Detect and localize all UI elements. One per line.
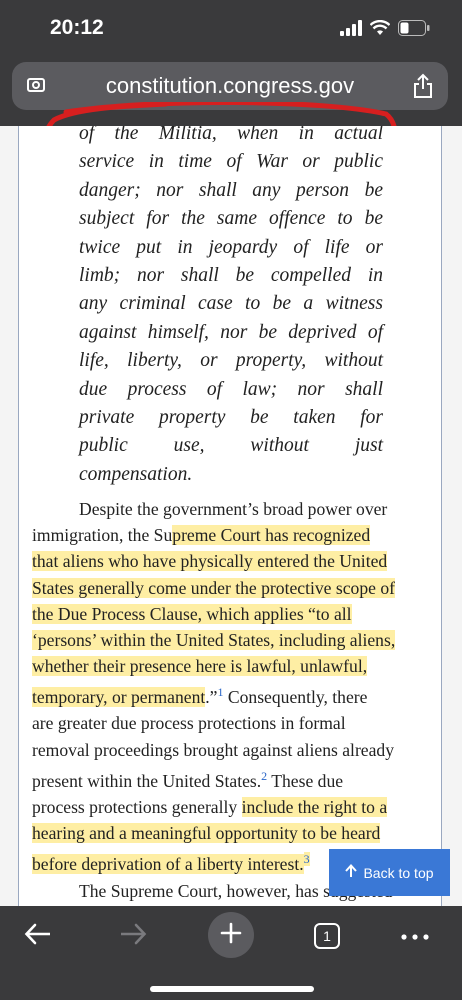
text-span: immigration, the Su <box>32 525 173 546</box>
highlighted-text: temporary, or permanent <box>32 687 206 708</box>
highlighted-text: ‘persons’ within the United States, incl… <box>32 630 396 651</box>
battery-icon <box>398 20 430 41</box>
quote-line: public use, without just <box>79 435 383 457</box>
text-line: Despite the government’s broad power ove… <box>79 499 388 519</box>
text-span: Consequently, there <box>223 687 368 708</box>
home-indicator <box>150 986 314 992</box>
quote-line: due process of law; nor shall <box>79 378 383 400</box>
highlighted-text: preme Court has recognized <box>172 525 371 546</box>
tab-count: 1 <box>323 928 331 944</box>
text-line: immigration, the Supreme Court has recog… <box>32 522 434 548</box>
quote-line: against himself, nor be deprived of <box>79 321 383 343</box>
status-icons <box>340 19 430 41</box>
quote-line: compensation. <box>79 463 193 485</box>
text-line: removal proceedings brought against alie… <box>32 739 395 760</box>
forward-button[interactable] <box>108 914 158 958</box>
address-bar[interactable]: constitution.congress.gov <box>12 62 448 110</box>
more-button[interactable] <box>390 914 440 958</box>
quote-line: subject for the same offence to be <box>79 208 383 230</box>
text-line: States generally come under the protecti… <box>32 575 434 601</box>
forward-arrow-icon <box>119 923 147 950</box>
address-bar-area: constitution.congress.gov <box>0 60 462 180</box>
new-tab-button[interactable] <box>208 912 254 958</box>
article-paragraph: Despite the government’s broad power ove… <box>32 496 434 877</box>
quote-line: danger; nor shall any person be <box>79 179 383 201</box>
share-icon[interactable] <box>412 73 434 104</box>
back-arrow-icon <box>24 923 52 950</box>
quote-line: twice put in jeopardy of life or <box>79 236 383 258</box>
highlighted-text: whether their presence here is lawful, u… <box>32 656 368 677</box>
quote-line: life, liberty, or property, without <box>79 350 383 372</box>
text-line: ‘persons’ within the United States, incl… <box>32 627 434 653</box>
text-span: .” <box>205 687 218 708</box>
text-line: temporary, or permanent.”1 Consequently,… <box>32 679 434 710</box>
quote-line: private property be taken for <box>79 407 383 429</box>
status-bar: 20:12 <box>0 0 462 60</box>
highlighted-text: hearing and a meaningful opportunity to … <box>32 823 381 844</box>
text-line: hearing and a meaningful opportunity to … <box>32 820 434 846</box>
text-line: whether their presence here is lawful, u… <box>32 653 434 679</box>
highlighted-text: States generally come under the protecti… <box>32 577 395 598</box>
constitution-quote: of the Militia, when in actual service i… <box>79 126 383 489</box>
tabs-button[interactable]: 1 <box>302 914 352 958</box>
arrow-up-icon <box>345 864 358 881</box>
back-button[interactable] <box>13 914 63 958</box>
highlighted-text: the Due Process Clause, which applies “t… <box>32 603 352 624</box>
quote-line: any criminal case to be a witness <box>79 293 383 315</box>
back-to-top-button[interactable]: Back to top <box>329 849 450 896</box>
back-to-top-label: Back to top <box>363 864 434 881</box>
text-line: present within the United States.2 These… <box>32 763 434 794</box>
text-line: process protections generally include th… <box>32 794 434 820</box>
signal-icon <box>340 20 362 41</box>
quote-line: service in time of War or public <box>79 151 383 173</box>
more-icon <box>401 927 429 945</box>
highlighted-text: include the right to a <box>241 796 388 817</box>
article-column: of the Militia, when in actual service i… <box>18 126 442 906</box>
wifi-icon <box>369 19 391 41</box>
browser-toolbar: 1 <box>0 906 462 1000</box>
highlighted-text: before deprivation of a liberty interest… <box>32 854 304 875</box>
text-line: the Due Process Clause, which applies “t… <box>32 601 434 627</box>
quote-line: limb; nor shall be compelled in <box>79 265 383 287</box>
text-span: present within the United States. <box>32 770 262 791</box>
tabs-icon: 1 <box>314 923 340 949</box>
plus-icon <box>220 922 242 949</box>
web-page: of the Militia, when in actual service i… <box>0 126 462 906</box>
highlighted-text: that aliens who have physically entered … <box>32 551 388 572</box>
text-span: These due <box>267 770 344 791</box>
quote-line: of the Militia, when in actual <box>79 126 383 144</box>
text-line: that aliens who have physically entered … <box>32 548 434 574</box>
url-text[interactable]: constitution.congress.gov <box>12 73 448 99</box>
footnote-link[interactable]: 3 <box>303 852 310 867</box>
text-line: are greater due process protections in f… <box>32 713 346 734</box>
status-time: 20:12 <box>50 16 104 39</box>
text-span: process protections generally <box>32 796 242 817</box>
